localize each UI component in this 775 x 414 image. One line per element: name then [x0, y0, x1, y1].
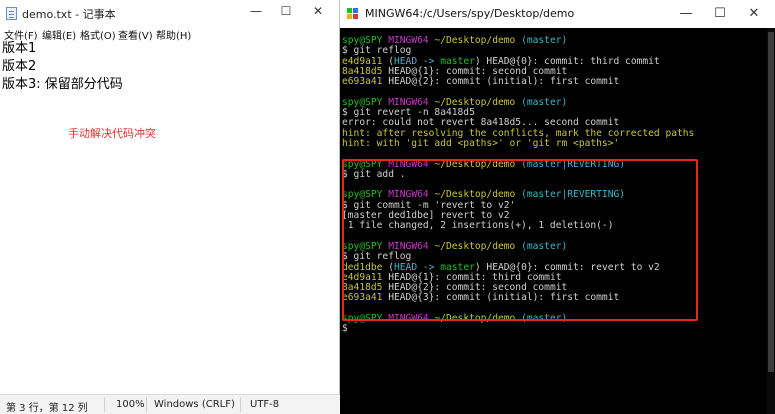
maximize-icon[interactable]: ☐ — [276, 4, 296, 18]
zoom-level: 100% — [116, 399, 145, 410]
terminal-title: MINGW64:/c/Users/spy/Desktop/demo — [365, 7, 575, 20]
notepad-title: demo.txt - 记事本 — [22, 8, 116, 21]
terminal-text: ~/Desktop/demo — [434, 35, 522, 46]
minimize-icon[interactable]: — — [676, 6, 696, 21]
conflict-annotation: 手动解决代码冲突 — [68, 127, 156, 140]
text-line: 版本3: 保留部分代码 — [2, 77, 123, 92]
encoding: UTF-8 — [250, 399, 280, 410]
close-icon[interactable]: ✕ — [744, 6, 764, 21]
minimize-icon[interactable]: — — [246, 4, 266, 18]
terminal-text: e693a41 — [342, 76, 389, 88]
line-ending: Windows (CRLF) — [154, 399, 235, 410]
notepad-window: demo.txt - 记事本 — ☐ ✕ 文件(F) 编辑(E) 格式(O) 查… — [0, 0, 340, 414]
terminal-text: $ — [342, 323, 348, 335]
notepad-icon — [6, 7, 17, 20]
text-line: 版本2 — [2, 59, 37, 74]
notepad-text-area[interactable]: 版本1 版本2 版本3: 保留部分代码 — [2, 40, 123, 94]
terminal-line: $ — [342, 324, 694, 334]
terminal-title-bar[interactable]: MINGW64:/c/Users/spy/Desktop/demo — ☐ ✕ — [340, 0, 775, 28]
terminal-text: (master) — [521, 96, 568, 108]
mingw-logo-icon — [347, 8, 358, 19]
menu-view[interactable]: 查看(V) — [118, 27, 153, 42]
maximize-icon[interactable]: ☐ — [710, 6, 730, 21]
menu-help[interactable]: 帮助(H) — [156, 27, 191, 42]
notepad-title-bar[interactable]: demo.txt - 记事本 — ☐ ✕ — [0, 0, 340, 26]
terminal-text: HEAD@{2}: commit (initial): first commit — [388, 76, 620, 88]
scrollbar-thumb[interactable] — [768, 32, 774, 372]
terminal-text: hint: with 'git add <paths>' or 'git rm … — [342, 137, 620, 149]
close-icon[interactable]: ✕ — [308, 4, 328, 18]
text-line: 版本1 — [2, 41, 37, 56]
highlight-box — [342, 159, 698, 321]
terminal-text: (master) — [521, 35, 568, 46]
terminal-scrollbar[interactable] — [767, 28, 775, 414]
notepad-status-bar: 第 3 行，第 12 列 100% Windows (CRLF) UTF-8 — [0, 394, 340, 414]
terminal-line: e693a41 HEAD@{2}: commit (initial): firs… — [342, 77, 694, 87]
cursor-position: 第 3 行，第 12 列 — [6, 403, 88, 414]
terminal-line: hint: with 'git add <paths>' or 'git rm … — [342, 137, 694, 149]
